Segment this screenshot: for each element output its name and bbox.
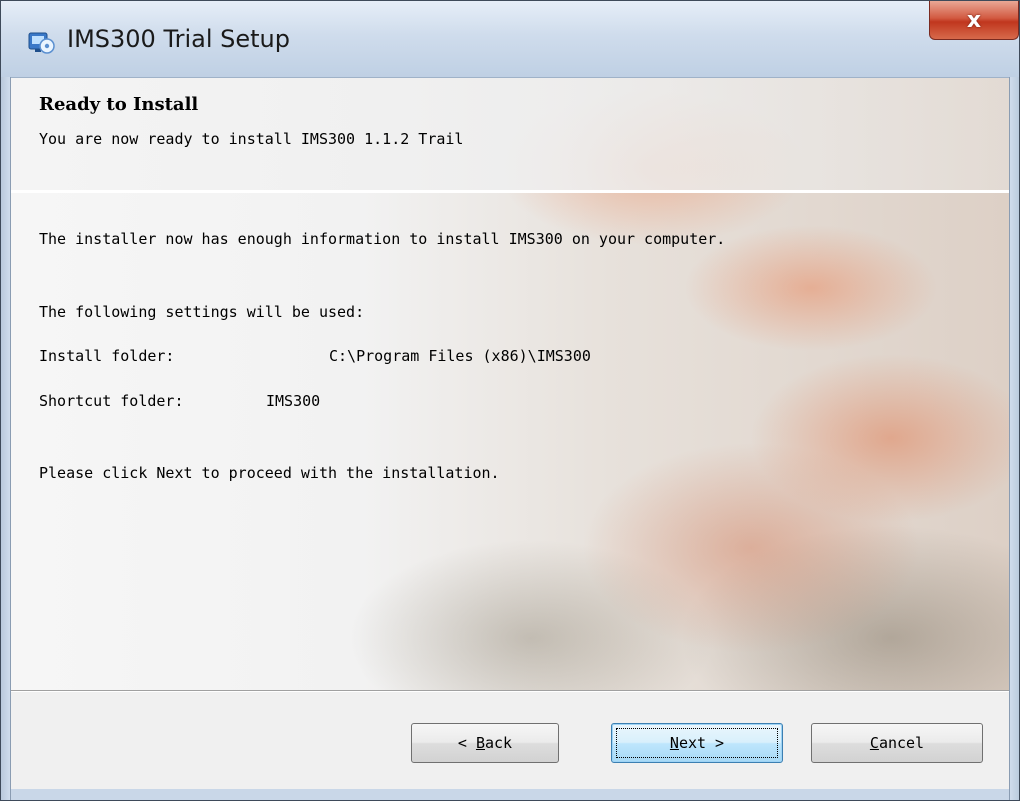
install-folder-label: Install folder: <box>39 347 175 365</box>
window-frame-left <box>1 77 11 800</box>
settings-intro-text: The following settings will be used: <box>39 303 365 321</box>
window-title: IMS300 Trial Setup <box>67 25 290 53</box>
dialog-client-area: Ready to Install You are now ready to in… <box>11 78 1009 789</box>
focus-rectangle <box>616 728 778 758</box>
page-subtitle: You are now ready to install IMS300 1.1.… <box>39 130 464 148</box>
proceed-instruction-text: Please click Next to proceed with the in… <box>39 464 500 482</box>
info-text: The installer now has enough information… <box>39 230 726 248</box>
page-title: Ready to Install <box>39 94 199 115</box>
installer-app-icon <box>28 32 55 54</box>
header-divider <box>11 190 1009 193</box>
header-panel: Ready to Install You are now ready to in… <box>11 78 1009 190</box>
cancel-button[interactable]: Cancel <box>811 723 983 763</box>
title-bar[interactable]: IMS300 Trial Setup x <box>1 1 1019 78</box>
shortcut-folder-value: IMS300 <box>266 392 321 410</box>
close-button[interactable]: x <box>929 1 1019 40</box>
next-button[interactable]: Next > <box>611 723 783 763</box>
window-frame-right <box>1009 77 1019 800</box>
shortcut-folder-label: Shortcut folder: <box>39 392 184 410</box>
setup-window: IMS300 Trial Setup x Ready to Install Yo… <box>0 0 1020 801</box>
close-icon: x <box>966 7 982 33</box>
install-folder-value: C:\Program Files (x86)\IMS300 <box>329 347 591 365</box>
back-button[interactable]: < Back <box>411 723 559 763</box>
